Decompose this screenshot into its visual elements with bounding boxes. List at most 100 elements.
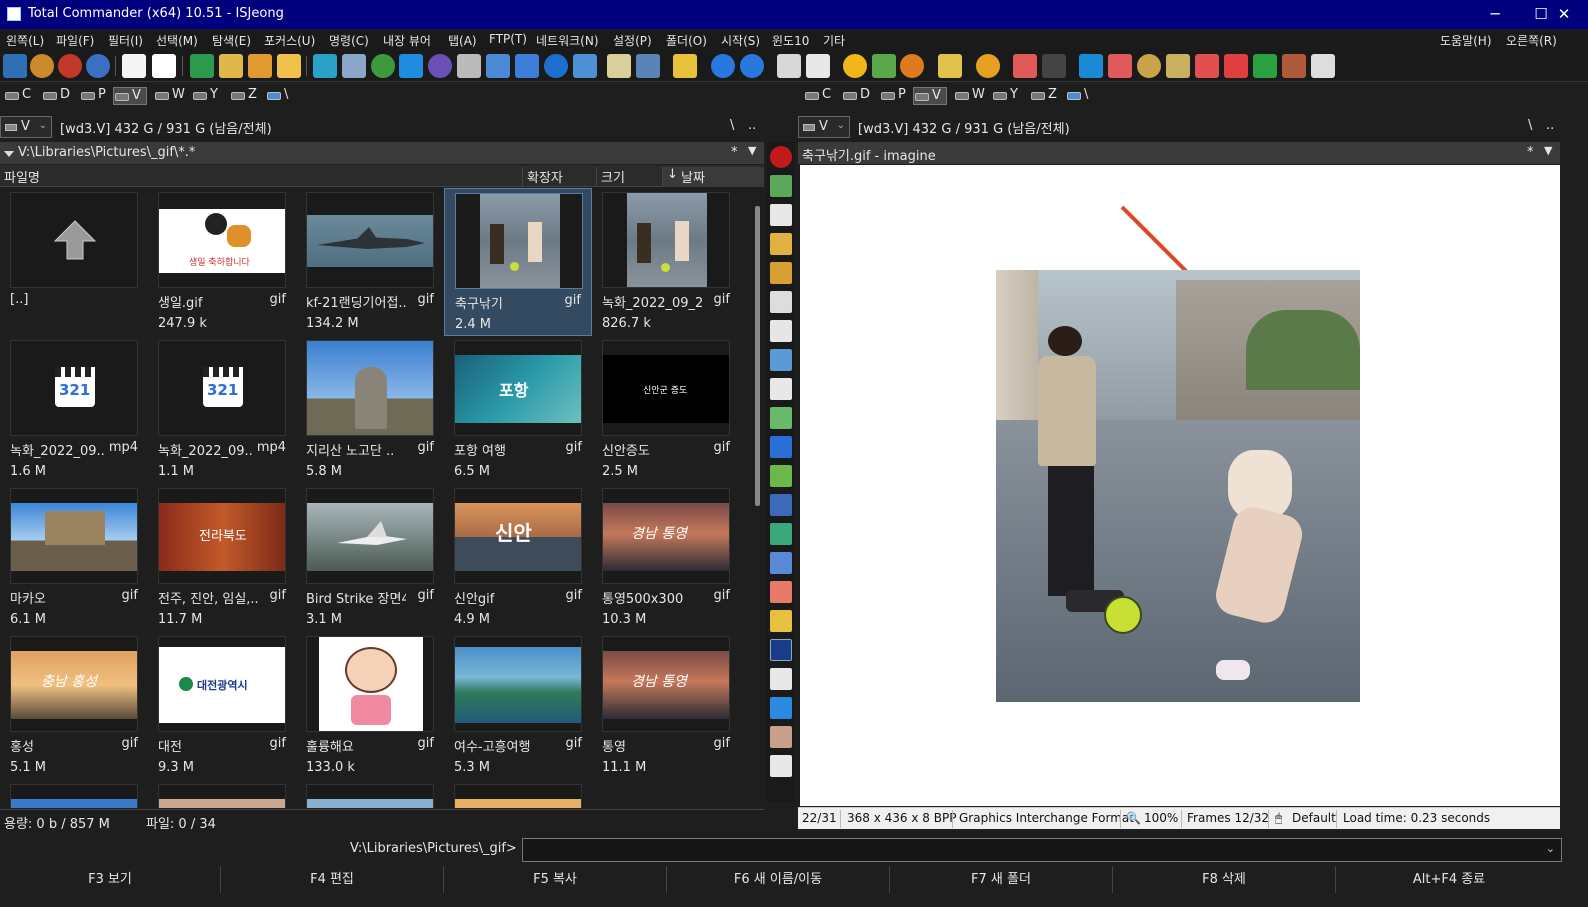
screen-icon[interactable] [1311, 54, 1335, 78]
globe-icon[interactable] [371, 54, 395, 78]
menu-network[interactable]: 네트워크(N) [536, 32, 599, 49]
file-item[interactable]: kf-21랜딩기어접.. gif 134.2 M [296, 188, 444, 336]
chevron-down-icon[interactable]: ▼ [1544, 144, 1552, 157]
image-tool-icon[interactable] [872, 54, 896, 78]
menu-viewer[interactable]: 내장 뷰어 [383, 32, 431, 49]
drive-z[interactable]: Z [1030, 87, 1057, 105]
drive-v[interactable]: V [113, 87, 147, 105]
compare-icon[interactable] [190, 54, 214, 78]
film-strip-icon[interactable] [770, 726, 792, 748]
copy-files-icon[interactable] [770, 204, 792, 226]
menu-file[interactable]: 파일(F) [56, 32, 94, 49]
book-icon[interactable] [770, 523, 792, 545]
clip-icon[interactable] [1166, 54, 1190, 78]
document-icon[interactable] [1108, 54, 1132, 78]
sun-icon[interactable] [900, 54, 924, 78]
image-file-icon[interactable] [770, 755, 792, 777]
swap-panels-icon[interactable] [313, 54, 337, 78]
file-item[interactable]: 여수-고흥여행 gif 5.3 M [444, 632, 592, 780]
info-file-icon[interactable] [152, 54, 176, 78]
drive-c[interactable]: C [804, 87, 831, 105]
pencil-icon[interactable] [770, 610, 792, 632]
back-arrow-icon[interactable] [711, 54, 735, 78]
chevron-down-icon[interactable]: ▼ [748, 144, 756, 157]
refresh-icon[interactable] [3, 54, 27, 78]
folder-download-icon[interactable] [770, 262, 792, 284]
drive-p[interactable]: P [80, 87, 106, 105]
add-folder-icon[interactable] [219, 54, 243, 78]
column-date[interactable]: ↓ 날짜 [662, 167, 764, 187]
thumbnail-view-icon[interactable] [806, 54, 830, 78]
drive-w[interactable]: W [954, 87, 985, 105]
magic-wand-icon[interactable] [673, 54, 697, 78]
check-icon[interactable] [1195, 54, 1219, 78]
menu-focus[interactable]: 포커스(U) [264, 32, 315, 49]
file-item[interactable]: 신안 신안gif gif 4.9 M [444, 484, 592, 632]
file-item[interactable]: 훌륭해요 gif 133.0 k [296, 632, 444, 780]
file-item[interactable]: Bird Strike 장면4 gif 3.1 M [296, 484, 444, 632]
menu-windows10[interactable]: 윈도10 [772, 32, 809, 49]
file-item[interactable]: 321 녹화_2022_09.. mp4 1.6 M [0, 336, 148, 484]
gear-icon[interactable] [30, 54, 54, 78]
film-icon[interactable] [1282, 54, 1306, 78]
file-item[interactable] [0, 780, 148, 808]
file-item[interactable]: 경남 통영 통영500x300 gif 10.3 M [592, 484, 740, 632]
root-button[interactable]: \ [730, 118, 734, 133]
filter-star[interactable]: * [1527, 145, 1534, 160]
scrollbar-thumb[interactable] [755, 206, 760, 506]
image-viewer-icon[interactable] [777, 54, 801, 78]
drive-y[interactable]: Y [192, 87, 218, 105]
battery-icon[interactable] [938, 54, 962, 78]
documents-icon[interactable] [770, 291, 792, 313]
app-window-icon[interactable] [1079, 54, 1103, 78]
monitor-icon[interactable] [636, 54, 660, 78]
close-button[interactable]: ✕ [1540, 0, 1588, 29]
drive-network[interactable]: \ [1066, 87, 1088, 105]
column-ext[interactable]: 확장자 [522, 167, 596, 187]
chevron-down-icon[interactable]: ⌄ [1546, 842, 1555, 855]
rename-icon[interactable] [607, 54, 631, 78]
f8-delete-button[interactable]: F8 삭제 [1113, 866, 1336, 893]
new-folder-icon[interactable] [770, 233, 792, 255]
dc-icon[interactable] [1224, 54, 1248, 78]
drive-c[interactable]: C [4, 87, 31, 105]
menu-settings[interactable]: 설정(P) [613, 32, 652, 49]
menu-misc[interactable]: 기타 [823, 32, 845, 49]
text-icon[interactable] [770, 552, 792, 574]
up-button[interactable]: .. [748, 118, 756, 133]
imagine-icon[interactable] [843, 54, 867, 78]
mpc-icon[interactable] [1042, 54, 1066, 78]
right-drive-combo[interactable]: V ⌄ [798, 116, 850, 138]
alt-f4-exit-button[interactable]: Alt+F4 종료 [1336, 866, 1562, 893]
left-drive-combo[interactable]: V ⌄ [0, 116, 52, 138]
file-item[interactable]: 충남 홍성 홍성 gif 5.1 M [0, 632, 148, 780]
file-item[interactable]: 321 녹화_2022_09.. mp4 1.1 M [148, 336, 296, 484]
pack-files-icon[interactable] [770, 175, 792, 197]
file-item[interactable]: 생일 축하합니다 생일.gif gif 247.9 k [148, 188, 296, 336]
checklist-icon[interactable] [1013, 54, 1037, 78]
paint-icon[interactable] [277, 54, 301, 78]
drive-d[interactable]: D [42, 87, 70, 105]
file-item[interactable]: 전라북도 전주, 진안, 임실,.. gif 11.7 M [148, 484, 296, 632]
f3-view-button[interactable]: F3 보기 [0, 866, 221, 893]
menu-ftp[interactable]: FTP(T) [489, 32, 527, 46]
drive-y[interactable]: Y [992, 87, 1018, 105]
menu-right[interactable]: 오른쪽(R) [1506, 32, 1557, 49]
file-item[interactable]: 녹화_2022_09_2.. gif 826.7 k [592, 188, 740, 336]
edit-icon[interactable] [770, 494, 792, 516]
sync-icon[interactable] [486, 54, 510, 78]
menu-filter[interactable]: 필터(I) [108, 32, 143, 49]
file-item[interactable]: 대전광역시 대전 gif 9.3 M [148, 632, 296, 780]
disk-icon[interactable] [457, 54, 481, 78]
forward-arrow-icon[interactable] [740, 54, 764, 78]
menu-select[interactable]: 선택(M) [156, 32, 198, 49]
ftp-icon[interactable] [515, 54, 539, 78]
drive-v[interactable]: V [913, 87, 947, 105]
disc-icon[interactable] [1137, 54, 1161, 78]
stack-icon[interactable] [1253, 54, 1277, 78]
f4-edit-button[interactable]: F4 편집 [221, 866, 444, 893]
left-path-bar[interactable]: V:\Libraries\Pictures\_gif\*.* * ▼ [0, 142, 764, 164]
window-icon[interactable] [770, 639, 792, 661]
file-item[interactable]: 신안군 증도 신안증도 gif 2.5 M [592, 336, 740, 484]
drop-icon[interactable] [976, 54, 1000, 78]
